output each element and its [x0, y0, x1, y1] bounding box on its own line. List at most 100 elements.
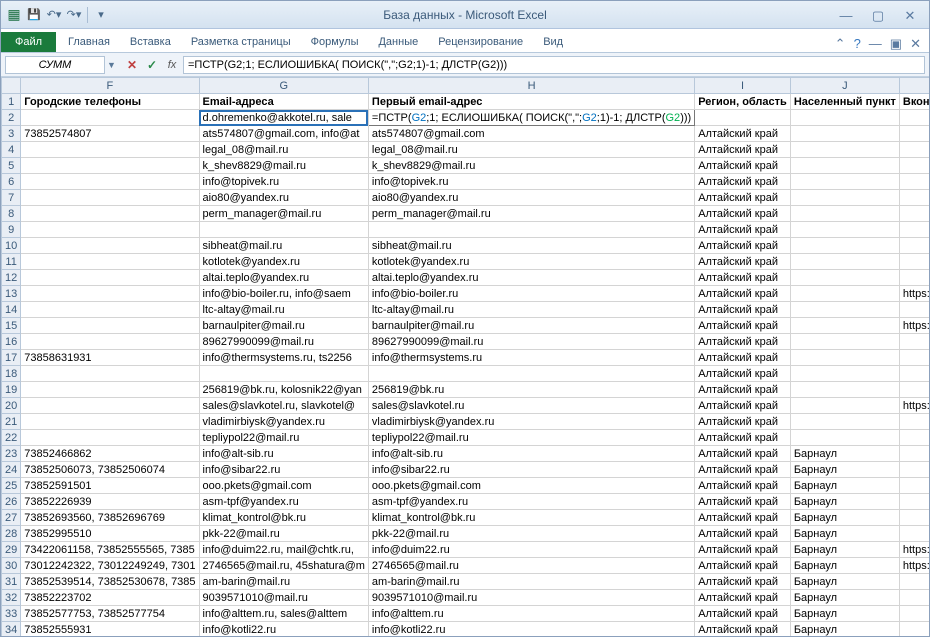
cell[interactable]: [899, 478, 929, 494]
cell[interactable]: [21, 366, 199, 382]
cell[interactable]: https://vk.com/rtrg: [899, 318, 929, 334]
cell[interactable]: Алтайский край: [695, 270, 791, 286]
cell[interactable]: [899, 526, 929, 542]
cell[interactable]: 73852555931: [21, 622, 199, 637]
row-header[interactable]: 29: [2, 542, 21, 558]
header-cell[interactable]: Населенный пункт: [790, 94, 899, 110]
cell[interactable]: legal_08@mail.ru: [368, 142, 694, 158]
cell[interactable]: [21, 222, 199, 238]
cell[interactable]: ltc-altay@mail.ru: [199, 302, 368, 318]
cell[interactable]: Алтайский край: [695, 430, 791, 446]
cell[interactable]: [21, 398, 199, 414]
cell[interactable]: [790, 318, 899, 334]
cell[interactable]: Алтайский край: [695, 542, 791, 558]
row-header[interactable]: 23: [2, 446, 21, 462]
cell[interactable]: Барнаул: [790, 446, 899, 462]
cell[interactable]: [899, 222, 929, 238]
cell[interactable]: [790, 334, 899, 350]
cell[interactable]: [899, 350, 929, 366]
cell[interactable]: [199, 366, 368, 382]
row-header[interactable]: 11: [2, 254, 21, 270]
formula-input[interactable]: =ПСТР(G2;1; ЕСЛИОШИБКА( ПОИСК(",";G2;1)-…: [183, 56, 925, 74]
cell[interactable]: info@thermsystems.ru, ts2256: [199, 350, 368, 366]
cell[interactable]: info@alt-sib.ru: [199, 446, 368, 462]
undo-icon[interactable]: ↶▾: [45, 6, 63, 24]
cell[interactable]: [790, 302, 899, 318]
cell[interactable]: [368, 222, 694, 238]
cell[interactable]: [21, 302, 199, 318]
cell[interactable]: [695, 110, 791, 126]
row-header[interactable]: 16: [2, 334, 21, 350]
cell[interactable]: aio80@yandex.ru: [368, 190, 694, 206]
cell[interactable]: Барнаул: [790, 606, 899, 622]
cell[interactable]: [21, 382, 199, 398]
cell[interactable]: Барнаул: [790, 526, 899, 542]
row-header[interactable]: 15: [2, 318, 21, 334]
cell[interactable]: [899, 446, 929, 462]
cell[interactable]: info@alttem.ru, sales@alttem: [199, 606, 368, 622]
cell[interactable]: Алтайский край: [695, 318, 791, 334]
cell[interactable]: [899, 238, 929, 254]
cell[interactable]: Алтайский край: [695, 398, 791, 414]
cell[interactable]: asm-tpf@yandex.ru: [199, 494, 368, 510]
excel-icon[interactable]: ▦: [5, 6, 23, 24]
cell[interactable]: vladimirbiysk@yandex.ru: [199, 414, 368, 430]
cell[interactable]: [899, 254, 929, 270]
cell[interactable]: info@bio-boiler.ru, info@saem: [199, 286, 368, 302]
cell[interactable]: [790, 142, 899, 158]
cell[interactable]: 73852506073, 73852506074: [21, 462, 199, 478]
cell[interactable]: Алтайский край: [695, 206, 791, 222]
cell[interactable]: [790, 222, 899, 238]
row-header[interactable]: 21: [2, 414, 21, 430]
row-header[interactable]: 24: [2, 462, 21, 478]
cell[interactable]: [899, 622, 929, 637]
cell[interactable]: Алтайский край: [695, 622, 791, 637]
cell[interactable]: pkk-22@mail.ru: [199, 526, 368, 542]
cell[interactable]: [21, 174, 199, 190]
cell[interactable]: Барнаул: [790, 478, 899, 494]
row-header[interactable]: 25: [2, 478, 21, 494]
cell[interactable]: [899, 462, 929, 478]
close-button[interactable]: ✕: [901, 8, 919, 22]
cell[interactable]: [790, 430, 899, 446]
cell[interactable]: k_shev8829@mail.ru: [199, 158, 368, 174]
row-header[interactable]: 13: [2, 286, 21, 302]
save-icon[interactable]: 💾: [25, 6, 43, 24]
cancel-edit-icon[interactable]: ✕: [123, 58, 141, 72]
maximize-button[interactable]: ▢: [869, 8, 887, 22]
cell[interactable]: Барнаул: [790, 462, 899, 478]
cell[interactable]: Барнаул: [790, 574, 899, 590]
cell[interactable]: altai.teplo@yandex.ru: [199, 270, 368, 286]
cell[interactable]: Алтайский край: [695, 382, 791, 398]
row-header[interactable]: 20: [2, 398, 21, 414]
cell[interactable]: 2746565@mail.ru: [368, 558, 694, 574]
cell[interactable]: [21, 286, 199, 302]
cell[interactable]: Алтайский край: [695, 350, 791, 366]
ribbon-minimize-icon[interactable]: ⌃: [835, 36, 846, 52]
cell[interactable]: kotlotek@yandex.ru: [368, 254, 694, 270]
ribbon-tab-2[interactable]: Разметка страницы: [181, 32, 301, 52]
cell[interactable]: [899, 382, 929, 398]
cell[interactable]: am-barin@mail.ru: [368, 574, 694, 590]
row-header[interactable]: 27: [2, 510, 21, 526]
cell[interactable]: ooo.pkets@gmail.com: [199, 478, 368, 494]
cell[interactable]: tepliypol22@mail.ru: [199, 430, 368, 446]
cell[interactable]: [21, 430, 199, 446]
cell[interactable]: [21, 206, 199, 222]
cell[interactable]: pkk-22@mail.ru: [368, 526, 694, 542]
cell[interactable]: Алтайский край: [695, 494, 791, 510]
cell[interactable]: [899, 494, 929, 510]
cell[interactable]: [21, 334, 199, 350]
cell[interactable]: sales@slavkotel.ru, slavkotel@: [199, 398, 368, 414]
cell[interactable]: tepliypol22@mail.ru: [368, 430, 694, 446]
row-header[interactable]: 7: [2, 190, 21, 206]
row-header[interactable]: 32: [2, 590, 21, 606]
accept-edit-icon[interactable]: ✓: [143, 58, 161, 72]
cell[interactable]: vladimirbiysk@yandex.ru: [368, 414, 694, 430]
cell[interactable]: info@kotli22.ru: [199, 622, 368, 637]
cell[interactable]: info@bio-boiler.ru: [368, 286, 694, 302]
cell[interactable]: =ПСТР(G2;1; ЕСЛИОШИБКА( ПОИСК(",";G2;1)-…: [368, 110, 694, 126]
cell[interactable]: klimat_kontrol@bk.ru: [368, 510, 694, 526]
cell[interactable]: Алтайский край: [695, 590, 791, 606]
file-tab[interactable]: Файл: [1, 32, 56, 52]
